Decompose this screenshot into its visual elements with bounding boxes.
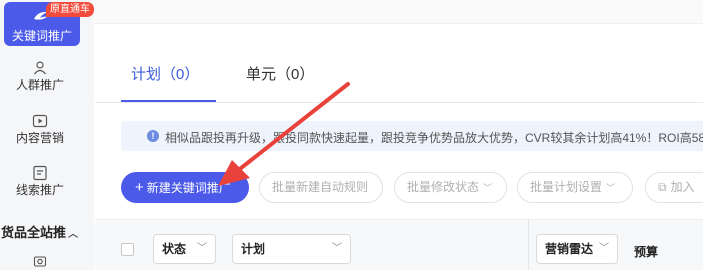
info-banner-text: 相似品跟投再升级，跟投同款快速起量，跟投竞争优势品放大优势，CVR较其余计划高4…	[165, 131, 703, 145]
marketing-radar-select[interactable]: 营销雷达 ﹀	[536, 234, 618, 264]
batch-status-button[interactable]: 批量修改状态 ﹀	[394, 172, 507, 203]
chevron-up-icon: ︿	[68, 229, 79, 240]
batch-plan-settings-button[interactable]: 批量计划设置 ﹀	[517, 172, 633, 203]
plan-filter-select[interactable]: 计划 ﹀	[232, 234, 351, 264]
sidebar-item-content[interactable]: 内容营销	[0, 113, 80, 145]
tab-plans[interactable]: 计划（0）	[131, 63, 199, 84]
play-icon	[32, 114, 48, 128]
chevron-down-icon: ﹀	[483, 183, 493, 193]
select-label: 营销雷达	[545, 242, 594, 256]
sidebar-item-label: 线索推广	[15, 183, 64, 197]
button-label: 新建关键词推广	[146, 181, 231, 195]
select-label: 状态	[162, 242, 187, 256]
plus-icon: +	[135, 179, 144, 196]
sidebar-item-label: 关键词推广	[11, 29, 72, 43]
user-icon	[34, 61, 46, 75]
sidebar-item-keyword-promotion[interactable]: 关键词推广 原直通车	[4, 2, 94, 46]
status-filter-select[interactable]: 状态 ﹀	[153, 234, 216, 264]
budget-column-header: 预算	[634, 245, 659, 259]
sidebar-section-product-site[interactable]: 货品全站推 ︿	[0, 222, 94, 241]
add-to-button[interactable]: ⧉ 加入	[645, 172, 703, 203]
chevron-down-icon: ﹀	[606, 183, 616, 193]
lead-form-icon	[33, 165, 47, 181]
divider	[95, 102, 703, 103]
sidebar-item-audience[interactable]: 人群推广	[0, 60, 80, 92]
column-divider	[528, 219, 529, 270]
camera-icon	[33, 256, 47, 267]
select-all-checkbox[interactable]	[121, 243, 134, 256]
badge-original-ztc: 原直通车	[46, 2, 94, 17]
chevron-down-icon: ﹀	[197, 243, 207, 254]
button-label: 批量计划设置	[530, 180, 603, 194]
new-keyword-promotion-button[interactable]: + 新建关键词推广	[121, 172, 249, 203]
info-banner[interactable]: ! 相似品跟投再升级，跟投同款快速起量，跟投竞争优势品放大优势，CVR较其余计划…	[121, 121, 703, 151]
sidebar-section-label: 货品全站推	[1, 225, 67, 240]
sidebar-item-label: 人群推广	[15, 78, 64, 92]
copy-icon: ⧉	[658, 180, 667, 194]
sidebar-item-label: 内容营销	[15, 131, 64, 145]
top-header	[95, 0, 703, 24]
button-label: 加入	[670, 180, 695, 194]
chevron-down-icon: ﹀	[332, 243, 342, 254]
sidebar-item-leads[interactable]: 线索推广	[0, 165, 80, 197]
select-label: 计划	[241, 242, 266, 256]
sidebar: 关键词推广 原直通车 人群推广 内容营销 线索推广 货品全站推 ︿	[0, 0, 94, 270]
batch-auto-rule-button[interactable]: 批量新建自动规则	[259, 172, 383, 203]
chevron-down-icon: ﹀	[599, 243, 609, 254]
button-label: 批量新建自动规则	[272, 180, 369, 194]
button-label: 批量修改状态	[407, 180, 480, 194]
tab-units[interactable]: 单元（0）	[246, 63, 314, 84]
info-icon: !	[147, 130, 159, 142]
